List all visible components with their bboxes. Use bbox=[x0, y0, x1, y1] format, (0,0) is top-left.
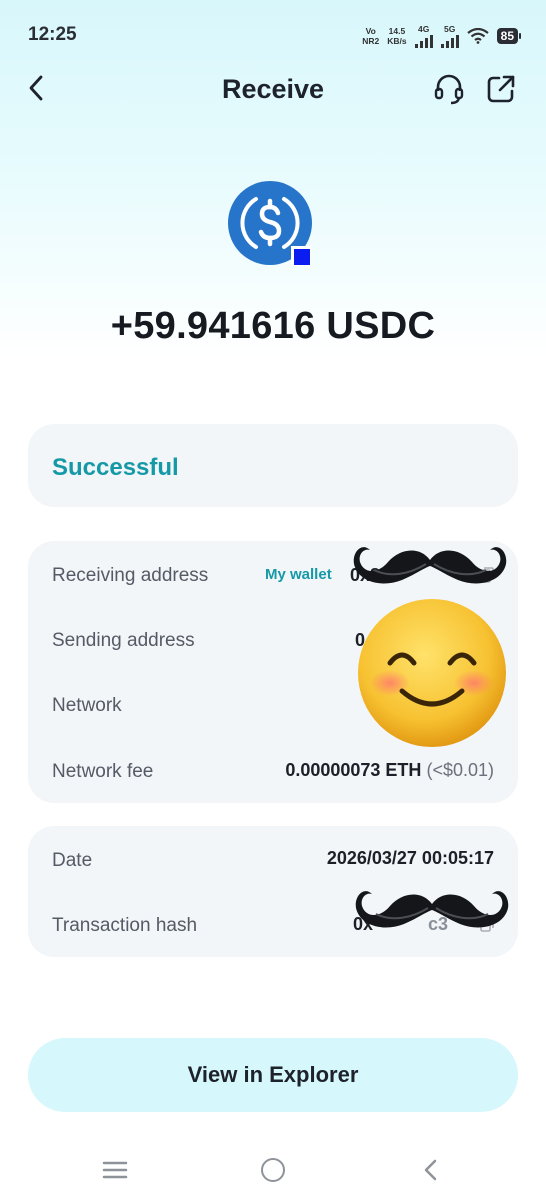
carrier-label: Vo NR2 bbox=[362, 26, 380, 46]
transaction-amount: +59.941616 USDC bbox=[110, 305, 436, 347]
network-fee-label: Network fee bbox=[52, 761, 154, 782]
transaction-hash-label: Transaction hash bbox=[52, 915, 198, 936]
status-badge: Successful bbox=[52, 454, 179, 481]
headset-icon bbox=[434, 74, 464, 105]
back-nav-icon[interactable] bbox=[420, 1158, 440, 1182]
status-icons: Vo NR2 14.5 KB/s 4G 5G 85 bbox=[362, 24, 522, 48]
recent-apps-icon[interactable] bbox=[102, 1160, 128, 1180]
receiving-address-label: Receiving address bbox=[52, 565, 209, 586]
status-time: 12:25 bbox=[28, 24, 77, 45]
signal-bars-icon bbox=[440, 34, 459, 48]
mustache-sticker-icon bbox=[353, 547, 507, 584]
status-card: Successful bbox=[28, 424, 518, 507]
date-label: Date bbox=[52, 850, 93, 871]
network-fee-value: 0.00000073 ETH (<$0.01) bbox=[285, 760, 494, 780]
signal-4g: 4G bbox=[414, 24, 433, 48]
date-value: 2026/03/27 00:05:17 bbox=[326, 848, 494, 868]
my-wallet-tag: My wallet bbox=[265, 566, 332, 583]
header: Receive bbox=[0, 62, 546, 118]
wifi-icon bbox=[466, 28, 489, 44]
support-button[interactable] bbox=[430, 70, 468, 108]
mustache-sticker-icon bbox=[355, 891, 509, 928]
external-link-icon bbox=[487, 75, 515, 103]
network-fee-fiat: (<$0.01) bbox=[426, 760, 494, 780]
battery-icon: 85 bbox=[496, 28, 522, 44]
sending-address-label: Sending address bbox=[52, 630, 195, 651]
share-button[interactable] bbox=[482, 70, 520, 108]
view-in-explorer-button[interactable]: View in Explorer bbox=[28, 1038, 518, 1112]
home-icon[interactable] bbox=[261, 1158, 285, 1182]
network-label: Network bbox=[52, 695, 122, 716]
network-speed: 14.5 KB/s bbox=[387, 26, 407, 46]
smiling-emoji-sticker-icon bbox=[358, 599, 506, 747]
status-bar: 12:25 Vo NR2 14.5 KB/s 4G 5G 85 bbox=[0, 0, 546, 64]
network-badge-icon bbox=[294, 249, 310, 265]
signal-bars-icon bbox=[414, 34, 433, 48]
usdc-icon bbox=[228, 181, 312, 266]
system-nav-bar bbox=[0, 1140, 546, 1200]
signal-5g: 5G bbox=[440, 24, 459, 48]
